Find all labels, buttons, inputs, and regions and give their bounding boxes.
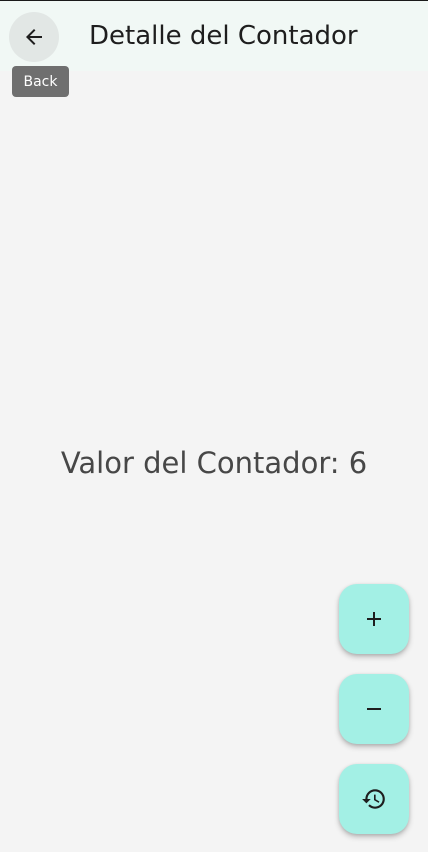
app-bar: Detalle del Contador bbox=[0, 1, 428, 71]
back-tooltip: Back bbox=[12, 66, 69, 97]
add-icon bbox=[362, 607, 386, 631]
page-title: Detalle del Contador bbox=[89, 21, 358, 51]
decrement-button[interactable] bbox=[339, 674, 409, 744]
reset-button[interactable] bbox=[339, 764, 409, 834]
increment-button[interactable] bbox=[339, 584, 409, 654]
counter-value-text: Valor del Contador: 6 bbox=[60, 446, 368, 480]
remove-icon bbox=[362, 697, 386, 721]
history-icon bbox=[361, 786, 387, 812]
arrow-back-icon bbox=[22, 25, 46, 49]
back-button[interactable] bbox=[9, 12, 59, 62]
